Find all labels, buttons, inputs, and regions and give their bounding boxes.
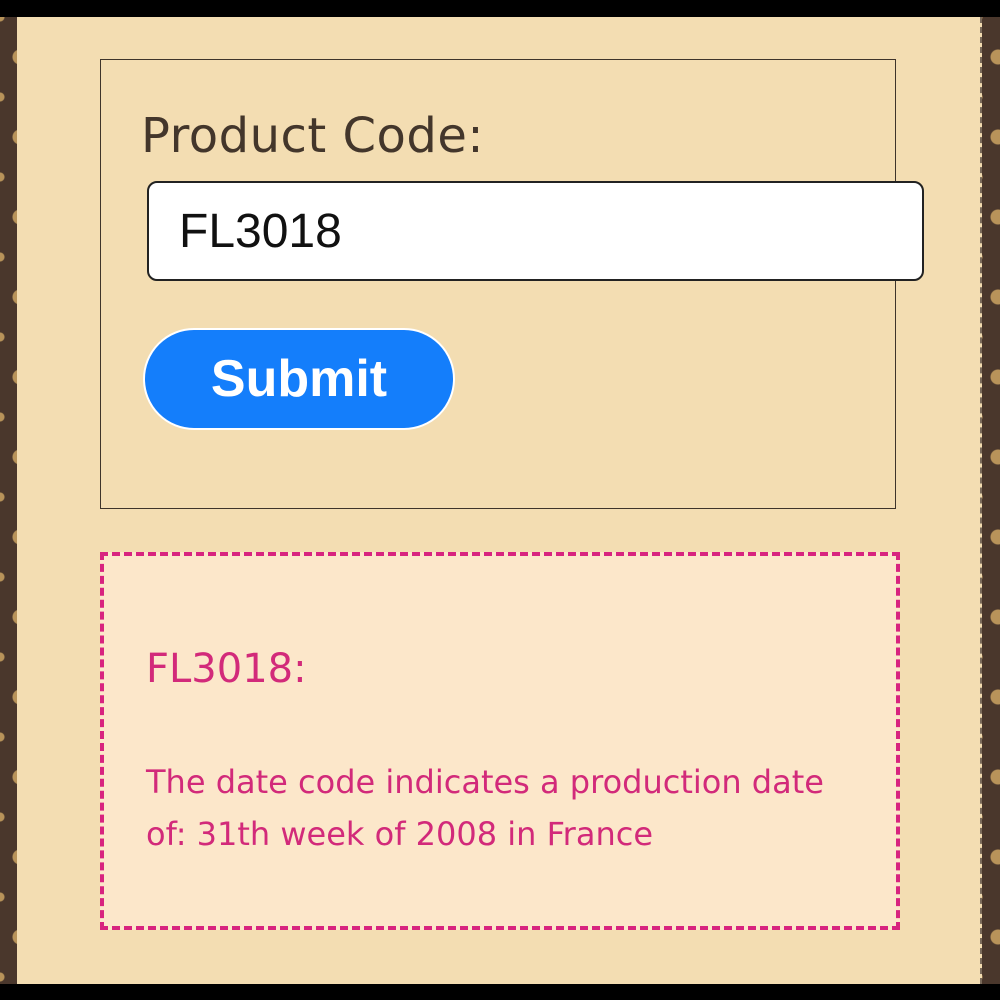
page-frame: Product Code: Submit FL3018: The date co…	[0, 17, 1000, 984]
content-panel: Product Code: Submit FL3018: The date co…	[17, 17, 982, 984]
product-code-input[interactable]	[147, 181, 924, 281]
product-code-label: Product Code:	[141, 108, 485, 164]
result-title: FL3018:	[146, 646, 307, 692]
result-box: FL3018: The date code indicates a produc…	[100, 552, 900, 930]
product-code-form: Product Code: Submit	[100, 59, 924, 509]
submit-button[interactable]: Submit	[143, 328, 455, 430]
result-text: The date code indicates a production dat…	[146, 763, 824, 853]
